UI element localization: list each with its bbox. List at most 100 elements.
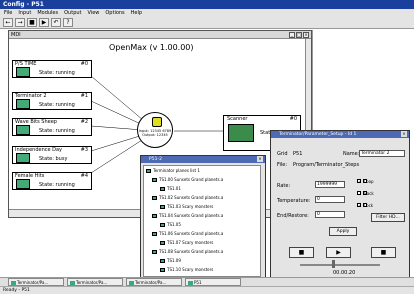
help-button[interactable]: ? [63, 18, 73, 27]
tree-item[interactable]: TS1.10 Scary monsters [160, 267, 213, 272]
end-field[interactable]: 0 [315, 211, 345, 218]
grid-label: Grid [277, 151, 288, 157]
taskbar: Terminator/Pa... Terminator/Pa... Termin… [0, 277, 414, 286]
checkbox-icon: ✓ [357, 179, 362, 184]
module-icon [152, 250, 157, 254]
lock-checkbox[interactable]: ✓ Lock [357, 203, 373, 209]
tree-item[interactable]: TS1.04 Sunsets Grand planets.a [152, 213, 223, 218]
tree-item[interactable]: TS1.07 Scary monsters [160, 240, 213, 245]
hub-node[interactable]: Input: 12345 6789 Output: 12345 [137, 112, 173, 148]
node-status: State: running [39, 182, 75, 188]
hub-label: Input: 12345 6789 Output: 12345 [138, 129, 172, 137]
node-id: #2 [80, 119, 88, 125]
play-button[interactable]: ▶ [326, 247, 351, 258]
properties-titlebar: Terminator/Parameter_Setup - Id 1 × [271, 131, 409, 138]
module-icon [152, 196, 157, 200]
module-icon [152, 178, 157, 182]
taskbar-item[interactable]: Terminator/Pa... [8, 278, 64, 286]
tree-window-titlebar: P51-2 × [141, 156, 265, 163]
module-icon [160, 187, 165, 191]
stop-button[interactable]: ■ [27, 18, 37, 27]
tree-item[interactable]: TS1.03 Scary monsters [160, 204, 213, 209]
forward-button[interactable]: → [15, 18, 25, 27]
menu-view[interactable]: View [88, 9, 100, 17]
tree-window-title: P51-2 [149, 157, 162, 162]
grid-module-icon [16, 67, 30, 77]
tree-item[interactable]: TS1.02 Sunsets Grand planets.a [152, 195, 223, 200]
node-4[interactable]: Female Hits #4 State: running [12, 172, 92, 190]
position-slider-thumb[interactable] [332, 260, 335, 268]
module-icon [160, 259, 165, 263]
stop-button[interactable]: ■ [289, 247, 314, 258]
module-icon [129, 281, 134, 285]
node-status: State: busy [39, 156, 68, 162]
node-0[interactable]: P/S TIME #0 State: running [12, 60, 92, 78]
scanner-name: Scanner [227, 116, 248, 122]
menu-input[interactable]: Input [18, 9, 31, 17]
taskbar-item[interactable]: Terminator/Pa... [126, 278, 182, 286]
module-icon [160, 241, 165, 245]
module-icon [188, 281, 193, 285]
tree-root[interactable]: Terminator planes list 1 [146, 168, 200, 173]
module-icon [160, 223, 165, 227]
tree-view[interactable]: Terminator planes list 1 TS1.00 Sunsets … [143, 165, 261, 277]
tree-item[interactable]: TS1.09 [160, 258, 181, 263]
menu-bar: File Input Modules Output View Options H… [0, 9, 414, 17]
properties-title: Terminator/Parameter_Setup - Id 1 [279, 132, 357, 137]
module-icon [11, 281, 16, 285]
checkbox-icon: ✓ [357, 203, 362, 208]
tree-item[interactable]: TS1.01 [160, 186, 181, 191]
loop-checkbox[interactable]: ✓ Loop [357, 179, 374, 185]
back-checkbox[interactable]: Back [357, 191, 374, 197]
node-id: #4 [80, 173, 88, 179]
module-icon [160, 205, 165, 209]
temperature-label: Temperature: [277, 198, 311, 204]
status-bar: Ready - P51 [0, 286, 414, 294]
folder-icon [146, 169, 151, 173]
back-button[interactable]: ← [3, 18, 13, 27]
properties-window: Terminator/Parameter_Setup - Id 1 × Grid … [270, 130, 410, 282]
close-icon[interactable]: × [401, 131, 407, 137]
rate-label: Rate: [277, 183, 291, 189]
checkbox-icon [357, 191, 361, 195]
tree-item[interactable]: TS1.00 Sunsets Grand planets.a [152, 177, 223, 182]
taskbar-item[interactable]: Terminator/Pa... [67, 278, 123, 286]
scanner-id: #0 [289, 116, 297, 122]
apply-button[interactable]: Apply [329, 227, 357, 236]
module-icon [160, 268, 165, 272]
time-display: 00.00.20 [333, 270, 356, 276]
end-label: End/Restore: [277, 213, 309, 219]
rate-field[interactable]: 1999999 [315, 181, 345, 188]
node-id: #0 [80, 61, 88, 67]
taskbar-item[interactable]: P51 [185, 278, 241, 286]
hub-icon [152, 117, 162, 127]
tree-item[interactable]: TS1.08 Sunsets Grand planets.a [152, 249, 223, 254]
close-icon[interactable]: × [257, 156, 263, 162]
record-button[interactable]: ■ [371, 247, 396, 258]
clipboard-module-icon [16, 153, 30, 163]
document-module-icon [16, 125, 30, 135]
tree-item[interactable]: TS1.06 Sunsets Grand planets.a [152, 231, 223, 236]
menu-output[interactable]: Output [64, 9, 81, 17]
circuit-board-icon [228, 124, 254, 142]
node-1[interactable]: Terminator 2 #1 State: running [12, 92, 92, 110]
menu-options[interactable]: Options [105, 9, 124, 17]
menu-modules[interactable]: Modules [37, 9, 58, 17]
menu-help[interactable]: Help [131, 9, 142, 17]
position-slider-track[interactable] [300, 264, 380, 266]
tree-window: P51-2 × Terminator planes list 1 TS1.00 S… [140, 155, 266, 281]
tree-item[interactable]: TS1.05 [160, 222, 181, 227]
node-2[interactable]: Wave Bits Sheep #2 State: running [12, 118, 92, 136]
document-module-icon [16, 179, 30, 189]
node-3[interactable]: Independence Day #3 State: busy [12, 146, 92, 164]
node-id: #1 [80, 93, 88, 99]
filter-button[interactable]: Filter HD... [371, 213, 405, 222]
menu-file[interactable]: File [4, 9, 12, 17]
file-value: Program/Terminator_Steps [293, 162, 360, 168]
document-module-icon [16, 99, 30, 109]
play-button[interactable]: ▶ [39, 18, 49, 27]
undo-button[interactable]: ↶ [51, 18, 61, 27]
toolbar: ← → ■ ▶ ↶ ? [0, 17, 414, 29]
temperature-field[interactable]: 0 [315, 196, 345, 203]
name-field[interactable]: Terminator 2 [359, 150, 405, 157]
